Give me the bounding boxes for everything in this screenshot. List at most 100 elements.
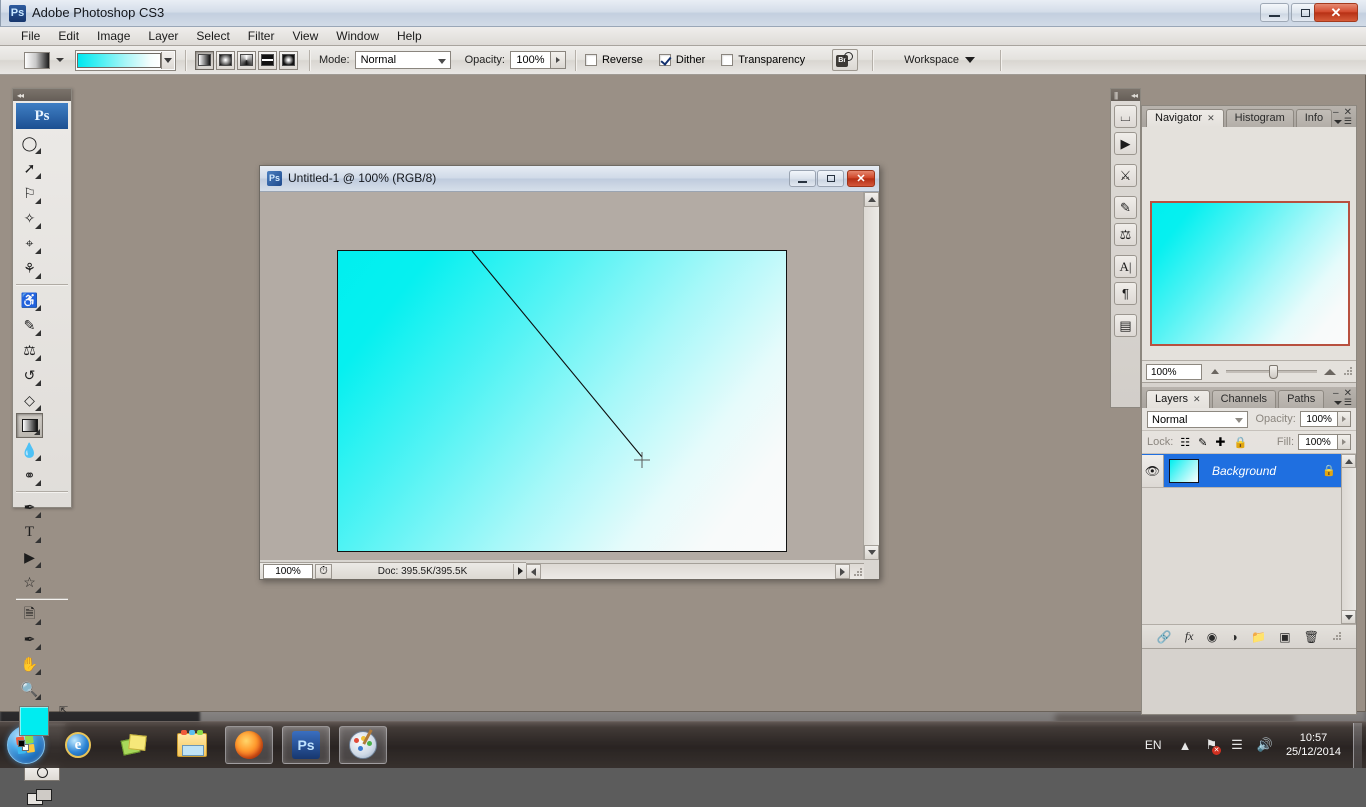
show-desktop-button[interactable] [1353, 722, 1362, 768]
taskbar-windows-explorer[interactable] [168, 726, 216, 764]
new-group-icon[interactable]: 📁 [1251, 630, 1266, 644]
reverse-checkbox[interactable] [584, 54, 597, 66]
layer-visibility-eye-icon[interactable]: 👁 [1142, 454, 1164, 487]
lock-transparent-pixels-icon[interactable]: ☷ [1180, 436, 1190, 449]
scroll-up-button[interactable] [864, 192, 879, 207]
scroll-down-button[interactable] [864, 545, 879, 560]
window-close-button[interactable]: ✕ [1314, 3, 1358, 22]
tool-gradient[interactable] [16, 413, 43, 438]
tool-notes[interactable]: 🗎 [16, 602, 43, 627]
gradient-type-linear-button[interactable] [195, 50, 214, 70]
resize-grip[interactable] [853, 568, 862, 577]
tool-dodge[interactable]: ⚭ [16, 463, 43, 488]
layer-list-scrollbar[interactable] [1341, 454, 1356, 624]
menu-layer[interactable]: Layer [139, 28, 187, 44]
taskbar-adobe-photoshop[interactable]: Ps [282, 726, 330, 764]
tool-path-selection[interactable]: ▶ [16, 545, 43, 570]
resize-grip[interactable] [1332, 632, 1342, 641]
toolbox-collapse-handle[interactable]: ◂◂ [13, 89, 71, 101]
dock-tool-presets-icon[interactable]: ⚔ [1114, 164, 1137, 187]
tool-clone-stamp[interactable]: ⚖ [16, 338, 43, 363]
gradient-type-diamond-button[interactable] [279, 50, 298, 70]
chevron-down-icon[interactable] [56, 58, 64, 62]
tool-eraser[interactable]: ◇ [16, 388, 43, 413]
tab-navigator[interactable]: Navigator ✕ [1146, 109, 1224, 127]
tool-hand[interactable]: ✋ [16, 652, 43, 677]
dock-clone-source-icon[interactable]: ⚖ [1114, 223, 1137, 246]
delete-layer-icon[interactable]: 🗑 [1304, 630, 1319, 644]
volume-icon[interactable]: 🔊 [1257, 737, 1273, 753]
tab-info[interactable]: Info [1295, 109, 1333, 127]
workspace-button[interactable]: Workspace [904, 54, 975, 66]
link-layers-icon[interactable]: 🔗 [1157, 630, 1172, 644]
document-title-bar[interactable]: Ps Untitled-1 @ 100% (RGB/8) ✕ [260, 166, 879, 192]
navigator-zoom-slider-thumb[interactable] [1268, 365, 1278, 379]
adjustment-layer-icon[interactable]: ◑ [1230, 630, 1237, 644]
tab-channels[interactable]: Channels [1211, 390, 1277, 408]
blend-mode-select[interactable]: Normal [354, 51, 451, 69]
close-icon[interactable]: ✕ [1207, 110, 1215, 127]
document-vertical-scrollbar[interactable] [863, 192, 879, 560]
scroll-left-button[interactable] [526, 564, 541, 579]
menu-image[interactable]: Image [88, 28, 139, 44]
layer-thumbnail[interactable] [1169, 458, 1199, 483]
new-layer-icon[interactable]: ▣ [1279, 630, 1290, 644]
scroll-down-button[interactable] [1341, 610, 1356, 624]
dock-character-icon[interactable]: A| [1114, 255, 1137, 278]
menu-select[interactable]: Select [187, 28, 238, 44]
gradient-tool-preset-icon[interactable] [24, 51, 50, 69]
gradient-picker-chevron-down-icon[interactable] [161, 51, 174, 69]
document-maximize-button[interactable] [817, 170, 844, 187]
layer-fill-input[interactable]: 100% [1298, 434, 1338, 450]
layer-blend-mode-select[interactable]: Normal [1147, 410, 1249, 428]
tab-paths[interactable]: Paths [1278, 390, 1325, 408]
gradient-type-angle-button[interactable] [237, 50, 256, 70]
transparency-checkbox[interactable] [721, 54, 734, 66]
navigator-panel-menu-button[interactable]: ☰ [1333, 116, 1352, 127]
clock[interactable]: 10:57 25/12/2014 [1286, 731, 1341, 759]
opacity-input[interactable]: 100% [509, 51, 551, 69]
screen-mode-button[interactable] [27, 789, 57, 807]
close-icon[interactable]: ✕ [1193, 391, 1201, 408]
gradient-picker[interactable] [75, 49, 176, 71]
resize-grip[interactable] [1343, 367, 1352, 376]
taskbar-internet-explorer[interactable]: e [54, 726, 102, 764]
tool-brush[interactable]: ✎ [16, 313, 43, 338]
layer-style-icon[interactable]: fx [1185, 629, 1194, 644]
layer-mask-icon[interactable]: ◉ [1207, 630, 1217, 644]
navigator-zoom-input[interactable]: 100% [1146, 363, 1202, 380]
zoom-out-icon[interactable] [1211, 369, 1219, 374]
foreground-color-swatch[interactable] [19, 706, 49, 736]
tab-layers[interactable]: Layers ✕ [1146, 390, 1210, 408]
layer-fill-stepper[interactable] [1338, 434, 1351, 450]
transparency-checkbox-row[interactable]: Transparency [721, 54, 805, 66]
menu-file[interactable]: File [12, 28, 49, 44]
network-icon[interactable]: ⚑ ✕ [1205, 737, 1222, 755]
layers-panel-menu-button[interactable]: ☰ [1333, 397, 1352, 408]
document-horizontal-scrollbar[interactable] [526, 563, 864, 579]
dock-play-icon[interactable]: ▶ [1114, 132, 1137, 155]
default-colors-icon[interactable] [18, 740, 30, 752]
swap-colors-icon[interactable]: ⇱ [59, 704, 68, 717]
lock-position-icon[interactable]: ✚ [1215, 435, 1225, 449]
tool-lasso[interactable]: ⚐ [16, 181, 43, 206]
dock-brushes-icon[interactable]: ✎ [1114, 196, 1137, 219]
gradient-type-reflected-button[interactable] [258, 50, 277, 70]
taskbar-sticky-notes[interactable] [111, 726, 159, 764]
dither-checkbox[interactable] [658, 54, 671, 66]
tool-eyedropper[interactable]: ✒ [16, 627, 43, 652]
gradient-preview-swatch[interactable] [77, 52, 161, 68]
lock-all-icon[interactable]: 🔒 [1233, 436, 1247, 449]
navigator-view-box[interactable] [1150, 201, 1350, 346]
document-minimize-button[interactable] [789, 170, 816, 187]
dock-paragraph-icon[interactable]: ¶ [1114, 282, 1137, 305]
language-indicator[interactable]: EN [1145, 738, 1162, 752]
gradient-type-radial-button[interactable] [216, 50, 235, 70]
image-canvas[interactable] [337, 250, 787, 552]
tool-healing-brush[interactable]: ♿ [16, 288, 43, 313]
layer-opacity-stepper[interactable] [1338, 411, 1351, 427]
taskbar-paint[interactable] [339, 726, 387, 764]
opacity-stepper-button[interactable] [550, 51, 566, 69]
tab-histogram[interactable]: Histogram [1225, 109, 1294, 127]
tool-pen[interactable]: ✒ [16, 495, 43, 520]
